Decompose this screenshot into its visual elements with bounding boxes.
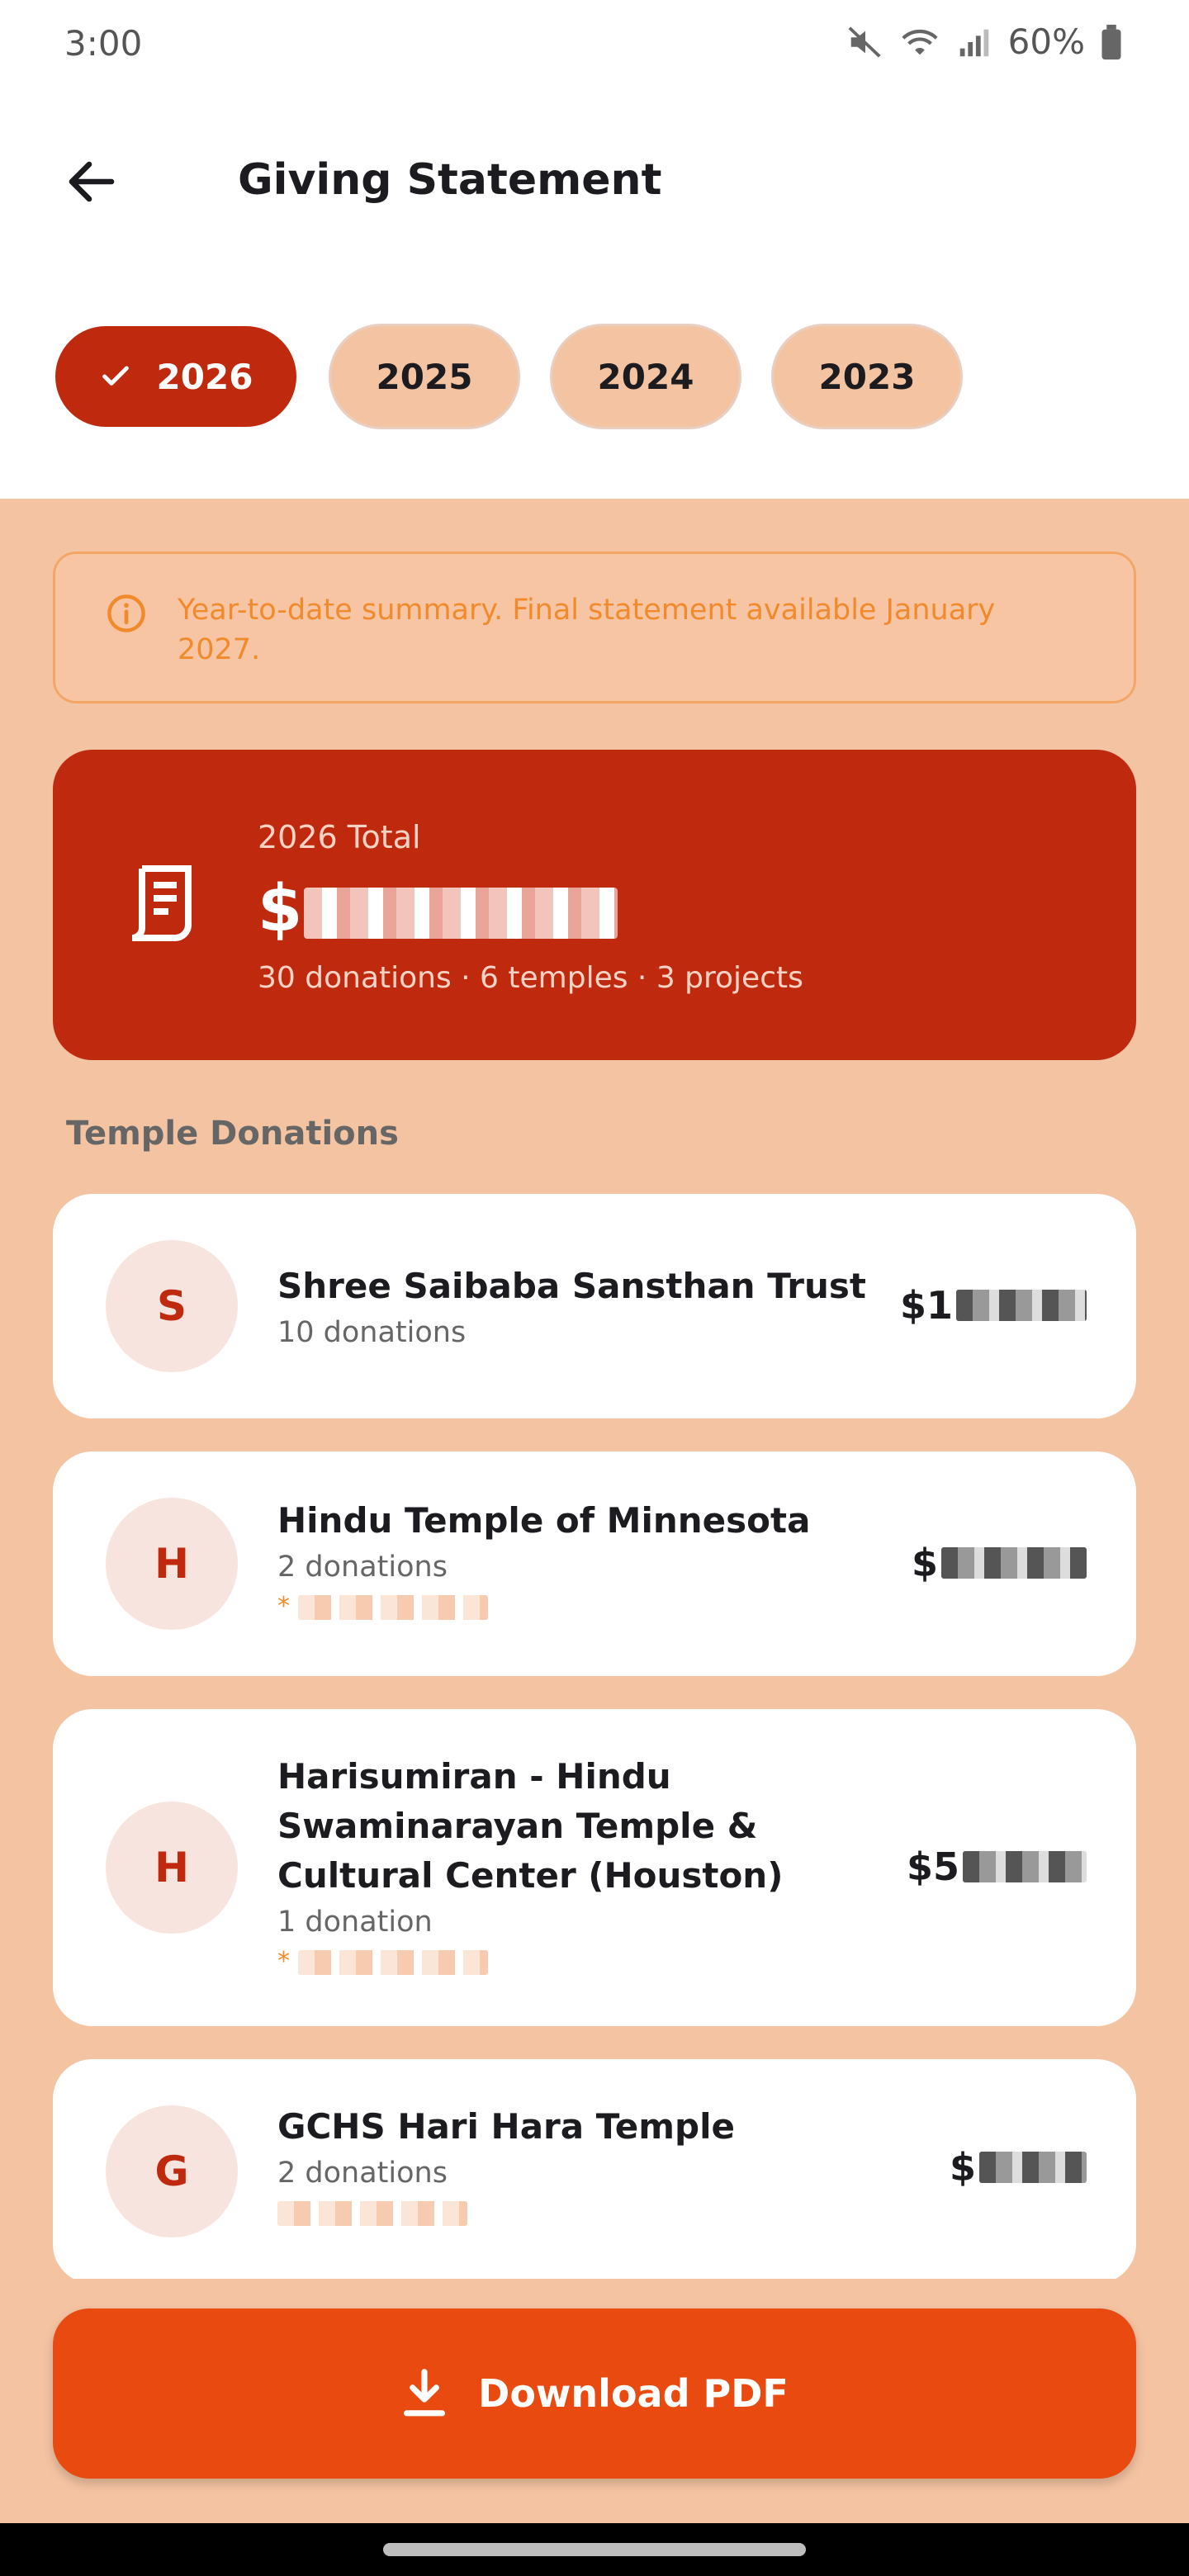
- temple-card[interactable]: H Harisumiran - Hindu Swaminarayan Templ…: [53, 1709, 1136, 2026]
- system-nav-bar: [0, 2523, 1189, 2576]
- chip-label: 2025: [376, 356, 473, 397]
- temple-name: Harisumiran - Hindu Swaminarayan Temple …: [277, 1756, 784, 1896]
- info-icon: [107, 594, 145, 632]
- info-banner: Year-to-date summary. Final statement av…: [53, 552, 1136, 703]
- battery-percent: 60%: [1007, 21, 1085, 62]
- donation-note: [277, 2198, 467, 2227]
- mute-icon: [848, 26, 881, 58]
- note-prefix: *: [277, 1947, 290, 1976]
- note-prefix: *: [277, 1592, 290, 1621]
- temple-card[interactable]: S Shree Saibaba Sansthan Trust 10 donati…: [53, 1194, 1136, 1418]
- battery-icon: [1101, 24, 1121, 59]
- status-icons: 60%: [846, 21, 1123, 62]
- chip-label: 2023: [818, 356, 916, 397]
- arrow-back-icon: [69, 161, 115, 202]
- chip-label: 2026: [156, 356, 253, 397]
- total-label: 2026 Total: [258, 819, 421, 855]
- wifi-icon: [902, 29, 938, 54]
- amount-prefix: $: [911, 1541, 938, 1585]
- back-button[interactable]: [46, 149, 137, 215]
- note-redacted: [297, 1949, 488, 1975]
- donation-note: *: [277, 1947, 488, 1976]
- temple-amount: $: [912, 1541, 1087, 1585]
- avatar: S: [106, 1240, 238, 1372]
- receipt-icon: [131, 865, 192, 941]
- chip-2023[interactable]: 2023: [771, 324, 963, 429]
- info-text: Year-to-date summary. Final statement av…: [178, 594, 996, 666]
- total-summary: 30 donations · 6 temples · 3 projects: [258, 961, 803, 995]
- chip-2025[interactable]: 2025: [329, 324, 520, 429]
- app-bar: Giving Statement: [0, 124, 1189, 239]
- temple-amount: $: [950, 2145, 1087, 2190]
- download-label: Download PDF: [478, 2371, 789, 2416]
- temple-name: Shree Saibaba Sansthan Trust: [277, 1266, 866, 1306]
- donation-count: 1 donation: [277, 1906, 433, 1939]
- temple-amount: $5: [907, 1844, 1087, 1889]
- section-title: Temple Donations: [66, 1115, 399, 1153]
- amount-redacted: [956, 1290, 1087, 1321]
- donation-count: 2 donations: [277, 2157, 448, 2190]
- total-amount-redacted: [304, 887, 618, 939]
- total-amount: $: [258, 872, 618, 946]
- download-pdf-button[interactable]: Download PDF: [53, 2308, 1136, 2479]
- temple-name: GCHS Hari Hara Temple: [277, 2106, 735, 2147]
- download-bar: Download PDF: [0, 2279, 1189, 2523]
- chip-2024[interactable]: 2024: [550, 324, 741, 429]
- status-time: 3:00: [64, 23, 143, 64]
- chip-2026[interactable]: 2026: [53, 324, 299, 429]
- chip-label: 2024: [597, 356, 694, 397]
- status-bar: 3:00 60%: [0, 0, 1189, 86]
- amount-redacted: [963, 1851, 1087, 1882]
- page-title: Giving Statement: [238, 155, 662, 205]
- temple-amount: $1: [900, 1283, 1087, 1328]
- signal-icon: [959, 29, 988, 56]
- amount-prefix: $5: [906, 1844, 959, 1889]
- donation-count: 10 donations: [277, 1316, 467, 1349]
- year-filter-chips: 2026 2025 2024 2023: [53, 324, 963, 429]
- amount-redacted: [941, 1547, 1087, 1579]
- note-redacted: [297, 1594, 488, 1620]
- amount-prefix: $: [949, 2145, 976, 2190]
- avatar: H: [106, 1498, 238, 1630]
- donation-count: 2 donations: [277, 1551, 448, 1584]
- temple-card[interactable]: H Hindu Temple of Minnesota 2 donations …: [53, 1451, 1136, 1676]
- avatar: G: [106, 2105, 238, 2237]
- total-card: 2026 Total $ 30 donations · 6 temples · …: [53, 750, 1136, 1060]
- note-redacted: [277, 2200, 467, 2226]
- temple-card[interactable]: G GCHS Hari Hara Temple 2 donations $: [53, 2059, 1136, 2284]
- temple-name: Hindu Temple of Minnesota: [277, 1500, 811, 1541]
- donation-note: *: [277, 1592, 488, 1621]
- avatar: H: [106, 1802, 238, 1934]
- home-indicator[interactable]: [383, 2543, 806, 2556]
- download-icon: [404, 2369, 446, 2417]
- statement-content[interactable]: Year-to-date summary. Final statement av…: [0, 499, 1189, 2523]
- amount-prefix: $1: [899, 1283, 953, 1328]
- check-icon: [102, 366, 129, 386]
- total-amount-prefix: $: [258, 872, 305, 946]
- amount-redacted: [979, 2152, 1087, 2183]
